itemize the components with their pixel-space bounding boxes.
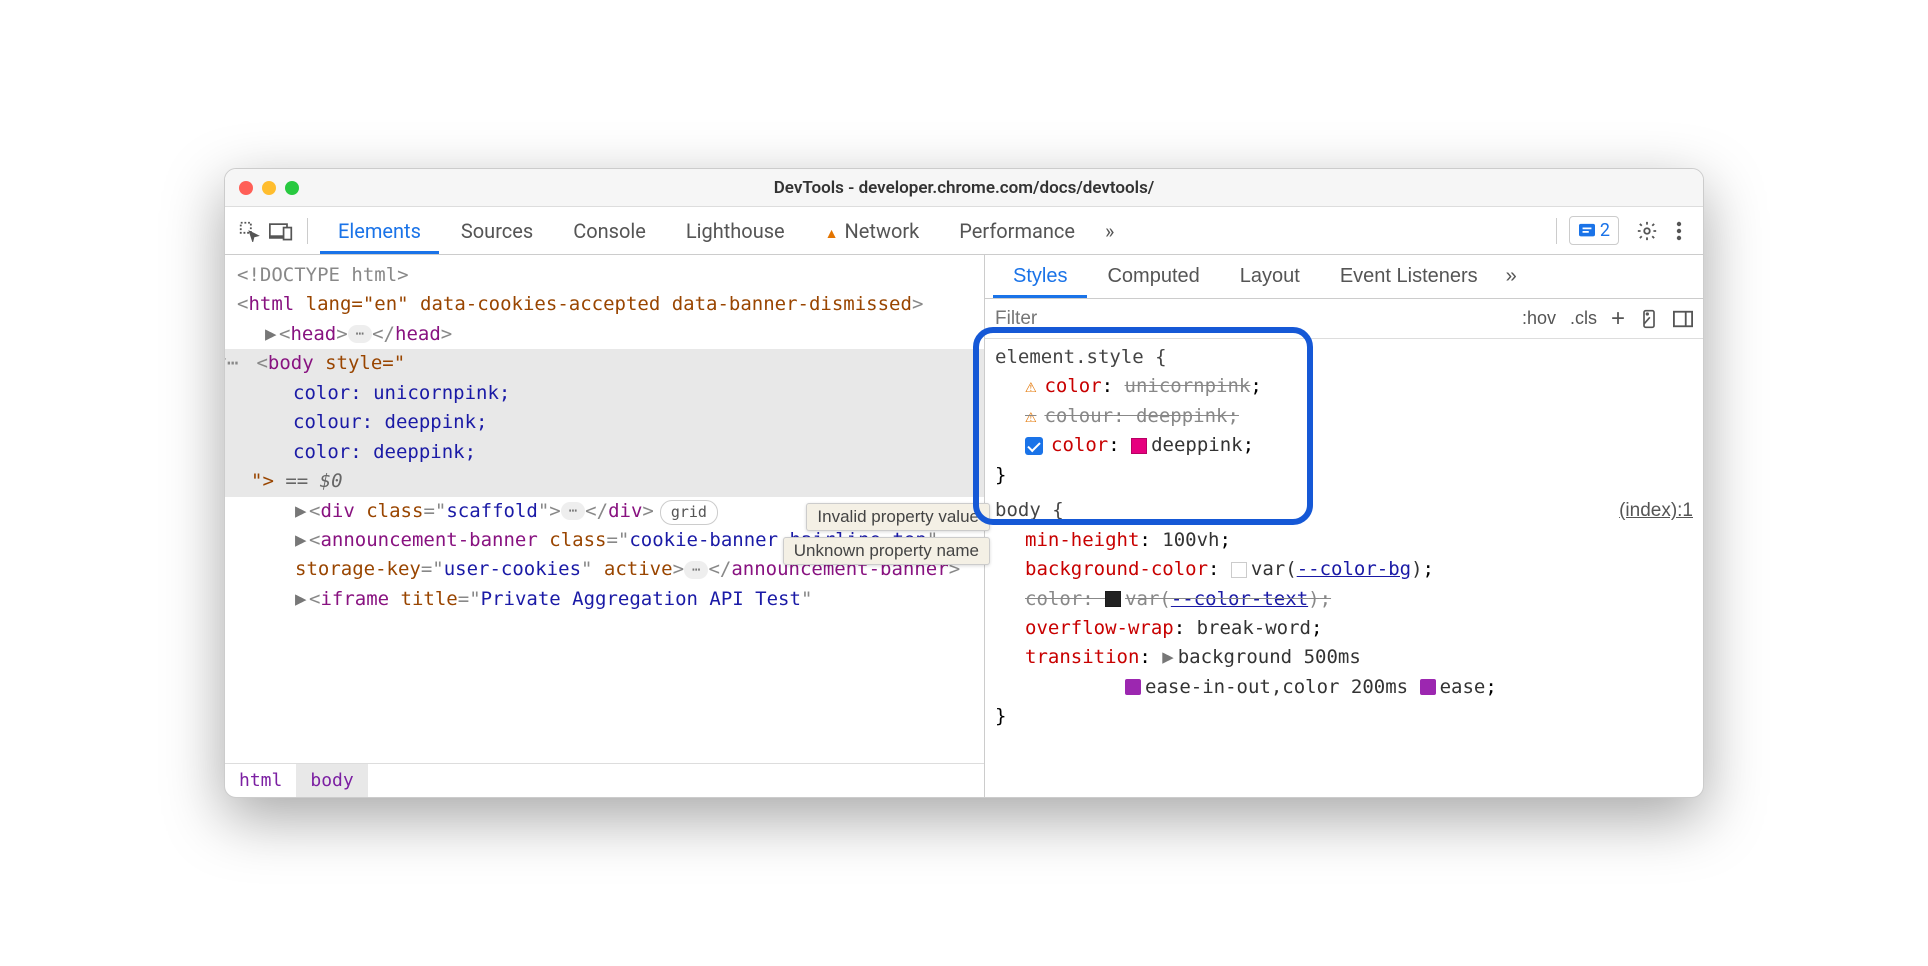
elements-panel: <!DOCTYPE html> <html lang="en" data-coo… [225,255,985,797]
breadcrumb-body[interactable]: body [296,764,367,797]
source-link[interactable]: (index):1 [1619,496,1693,525]
minimize-window-icon[interactable] [262,181,276,195]
ellipsis-icon: ⋯ [348,325,372,343]
rule-element-style[interactable]: element.style { color: unicornpink; colo… [995,343,1693,490]
expand-icon: ▶ [1162,646,1173,668]
computed-styles-icon[interactable] [1639,309,1659,329]
head-node[interactable]: ▶<head>⋯</head> [225,320,984,349]
prop-transition-cont[interactable]: ease-in-out,color 200ms ease; [995,673,1693,702]
styles-tabs-overflow[interactable]: » [1498,256,1525,297]
prop-background-color[interactable]: background-color: var(--color-bg); [995,555,1693,584]
selector-element-style: element.style { [995,343,1693,372]
selector-body: body { [995,496,1693,525]
tab-console[interactable]: Console [555,209,664,253]
close-window-icon[interactable] [239,181,253,195]
prop-unknown-name[interactable]: colour: deeppink; [995,402,1693,431]
tab-computed[interactable]: Computed [1087,256,1219,297]
device-toolbar-icon[interactable] [267,217,295,245]
ellipsis-icon: ⋯ [561,502,585,520]
kebab-menu-icon[interactable] [1665,217,1693,245]
rule-body[interactable]: (index):1 body { min-height: 100vh; back… [995,496,1693,732]
warning-icon [1025,375,1044,397]
tabs-overflow[interactable]: » [1097,209,1122,253]
rule-close: } [995,702,1693,731]
main-toolbar: Elements Sources Console Lighthouse Netw… [225,207,1703,255]
prop-invalid-value[interactable]: color: unicornpink; [995,372,1693,401]
styles-toolbar: :hov .cls + [985,299,1703,339]
tab-styles[interactable]: Styles [993,256,1087,297]
rule-close: } [995,461,1693,490]
toggle-sidebar-icon[interactable] [1673,310,1693,328]
tooltip-unknown-name: Unknown property name [783,537,990,565]
doctype: <!DOCTYPE html> [225,261,984,290]
content-area: <!DOCTYPE html> <html lang="en" data-coo… [225,255,1703,797]
styles-tabs: Styles Computed Layout Event Listeners » [985,255,1703,299]
prop-color-deeppink[interactable]: color: deeppink; [995,431,1693,460]
tooltip-invalid-value: Invalid property value [806,503,990,531]
grid-badge[interactable]: grid [660,500,718,525]
color-swatch-icon[interactable] [1231,562,1247,578]
issues-badge[interactable]: 2 [1569,216,1619,245]
html-open-tag[interactable]: <html lang="en" data-cookies-accepted da… [225,290,984,319]
prop-overflow-wrap[interactable]: overflow-wrap: break-word; [995,614,1693,643]
issues-count: 2 [1600,220,1610,241]
ellipsis-icon: ⋯ [684,561,708,579]
color-swatch-icon[interactable] [1131,438,1147,454]
body-node-selected[interactable]: ⋯▼<body style=" color: unicornpink; colo… [225,349,984,496]
inspect-element-icon[interactable] [235,217,263,245]
tab-elements[interactable]: Elements [320,209,439,253]
styles-panel: Styles Computed Layout Event Listeners »… [985,255,1703,797]
breadcrumb-html[interactable]: html [225,764,296,797]
toolbar-separator [307,218,308,244]
hov-toggle[interactable]: :hov [1522,308,1556,329]
tab-lighthouse[interactable]: Lighthouse [668,209,803,253]
window-title: DevTools - developer.chrome.com/docs/dev… [225,178,1703,198]
tab-network[interactable]: Network [807,209,938,253]
easing-icon[interactable] [1125,679,1141,695]
tab-performance[interactable]: Performance [941,209,1093,253]
titlebar: DevTools - developer.chrome.com/docs/dev… [225,169,1703,207]
tab-sources[interactable]: Sources [443,209,551,253]
styles-body[interactable]: element.style { color: unicornpink; colo… [985,339,1703,797]
settings-icon[interactable] [1633,217,1661,245]
easing-icon[interactable] [1420,679,1436,695]
tab-layout[interactable]: Layout [1220,256,1320,297]
checkbox-icon[interactable] [1025,437,1043,455]
styles-filter-input[interactable] [995,308,1508,330]
warning-icon [1025,405,1044,427]
prop-transition[interactable]: transition: ▶background 500ms [995,643,1693,672]
tab-event-listeners[interactable]: Event Listeners [1320,256,1498,297]
iframe-node[interactable]: ▶<iframe title="Private Aggregation API … [225,585,984,614]
new-style-rule-icon[interactable]: + [1611,305,1625,333]
toolbar-separator [1556,218,1557,244]
cls-toggle[interactable]: .cls [1570,308,1597,329]
color-swatch-icon[interactable] [1105,591,1121,607]
traffic-lights [239,181,299,195]
breadcrumb: html body [225,763,984,797]
prop-color-overridden[interactable]: color: var(--color-text); [995,585,1693,614]
devtools-window: DevTools - developer.chrome.com/docs/dev… [224,168,1704,798]
prop-min-height[interactable]: min-height: 100vh; [995,526,1693,555]
maximize-window-icon[interactable] [285,181,299,195]
